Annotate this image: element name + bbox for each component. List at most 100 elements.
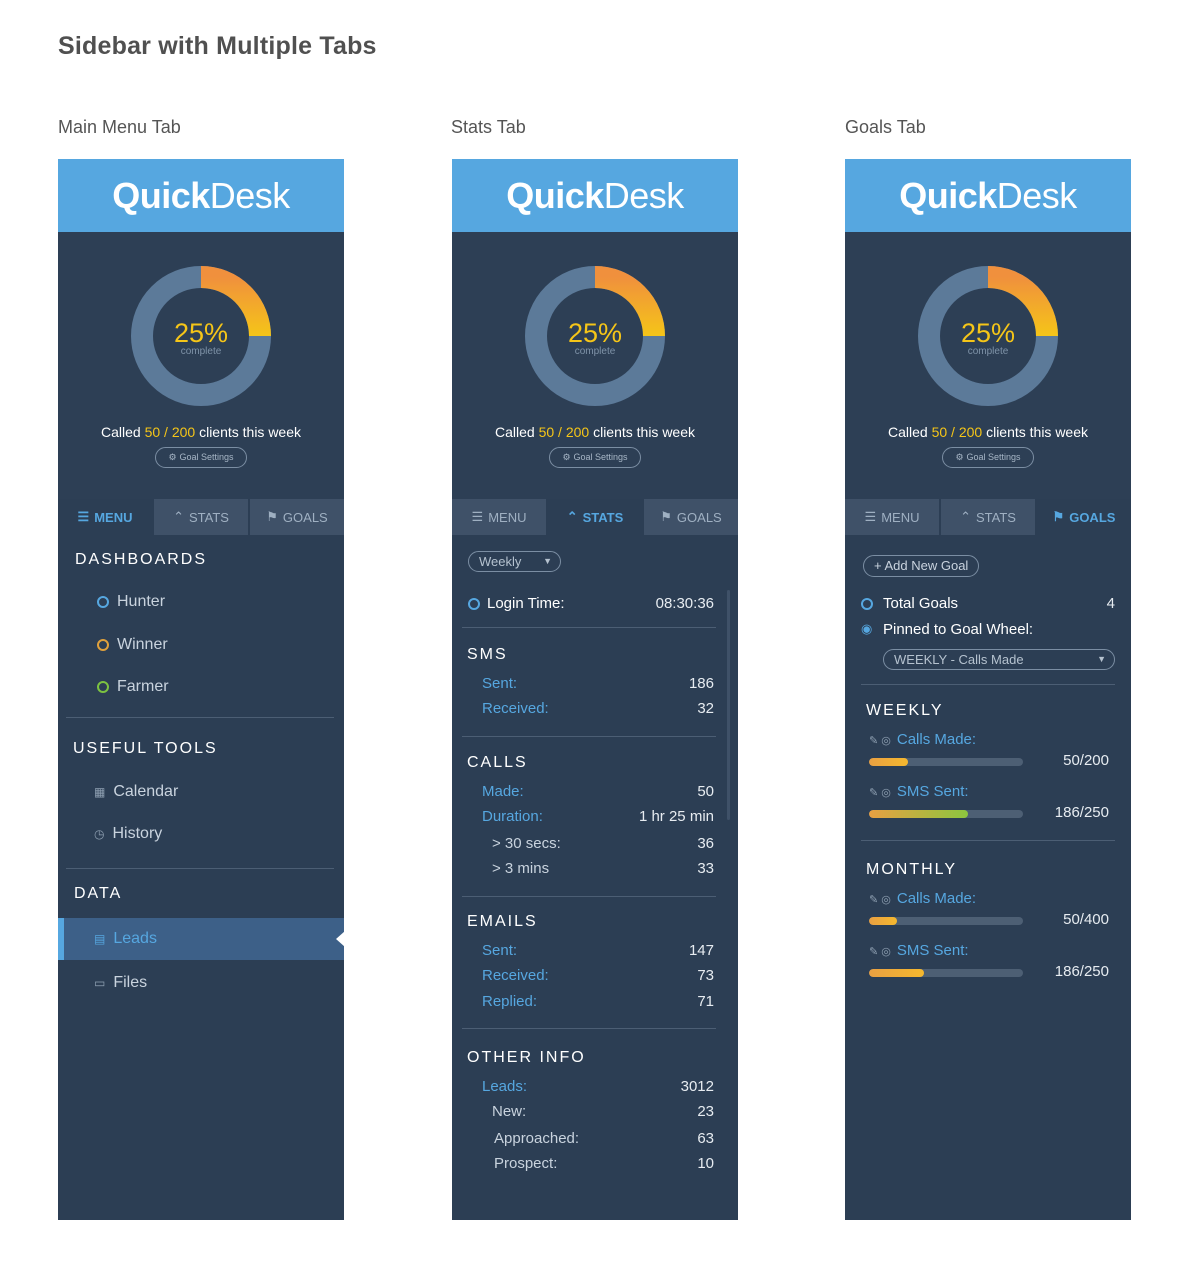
sidebar-item-calendar[interactable]: ▦ Calendar: [58, 772, 344, 812]
pencil-icon[interactable]: ✎ ◎: [869, 946, 891, 958]
sidebar-item-hunter[interactable]: Hunter: [58, 582, 344, 622]
chevron-down-icon: ▼: [543, 556, 552, 566]
tab-stats[interactable]: ⌃ STATS: [941, 499, 1037, 535]
tab-stats[interactable]: ⌃ STATS: [548, 499, 644, 535]
stat-value: 23: [697, 1103, 714, 1120]
called-sep: /: [554, 424, 566, 440]
pinned-goal-select-value: WEEKLY - Calls Made: [894, 652, 1024, 667]
called-total: 200: [958, 424, 983, 440]
called-done: 50: [144, 424, 161, 440]
stats-tab-content: Weekly ▼ Login Time: 08:30:36 SMS Sent: 186…: [452, 535, 738, 1220]
goal-settings-button[interactable]: ⚙ Goal Settings: [942, 447, 1034, 468]
brand-logo[interactable]: QuickDesk: [845, 159, 1131, 232]
login-time-label: Login Time:: [487, 595, 565, 612]
total-goals-value: 4: [1106, 595, 1115, 612]
calendar-icon: ▦: [94, 785, 106, 799]
tab-goals[interactable]: ⚑ GOALS: [250, 499, 344, 535]
flag-icon: ⚑: [1052, 509, 1065, 524]
stat-label: Replied:: [482, 993, 538, 1010]
tab-menu-label: MENU: [881, 509, 920, 525]
goal-summary: 25% complete Called 50 / 200 clients thi…: [452, 232, 738, 499]
divider: [861, 840, 1115, 841]
menu-icon: ☰: [77, 509, 90, 524]
sms-heading: SMS: [467, 646, 508, 663]
useful-tools-heading: USEFUL TOOLS: [73, 740, 218, 757]
pencil-icon[interactable]: ✎ ◎: [869, 787, 891, 799]
stat-value: 33: [697, 860, 714, 877]
progress-fill: [869, 917, 897, 925]
sidebar-item-farmer[interactable]: Farmer: [58, 667, 344, 707]
tab-goals[interactable]: ⚑ GOALS: [644, 499, 738, 535]
tab-goals[interactable]: ⚑ GOALS: [1037, 499, 1131, 535]
called-prefix: Called: [494, 424, 539, 440]
divider: [462, 736, 716, 737]
tab-goals-label: GOALS: [1069, 509, 1116, 525]
sidebar-item-history[interactable]: ◷ History: [58, 814, 344, 854]
tab-menu[interactable]: ☰ MENU: [58, 499, 154, 535]
weekly-sms-label: ✎ ◎ SMS Sent:: [869, 783, 969, 800]
called-suffix: clients this week: [589, 424, 696, 440]
goal-percent-sub: complete: [180, 346, 222, 357]
brand-logo[interactable]: QuickDesk: [58, 159, 344, 232]
tab-goals-label: GOALS: [282, 509, 328, 525]
chevron-down-icon: ▼: [1097, 654, 1106, 664]
goal-value: 186/250: [1054, 963, 1109, 980]
other-info-heading: OTHER INFO: [467, 1049, 586, 1066]
called-suffix: clients this week: [195, 424, 302, 440]
flag-icon: ⚑: [660, 509, 672, 524]
add-new-goal-button[interactable]: + Add New Goal: [863, 555, 980, 577]
goal-percent: 25%: [960, 318, 1016, 348]
stat-label: Approached:: [494, 1130, 580, 1147]
goal-value: 50/400: [1063, 911, 1109, 928]
goal-settings-button[interactable]: ⚙ Goal Settings: [549, 447, 641, 468]
page-title: Sidebar with Multiple Tabs: [58, 32, 377, 60]
goal-value: 50/200: [1063, 752, 1109, 769]
pinned-goal-select[interactable]: WEEKLY - Calls Made ▼: [883, 649, 1115, 670]
progress-fill: [869, 969, 925, 977]
sidebar-item-winner[interactable]: Winner: [58, 625, 344, 665]
stat-value: 10: [697, 1155, 714, 1172]
sidebar-item-leads[interactable]: ▤ Leads: [58, 918, 344, 960]
stat-value: 147: [688, 942, 714, 959]
called-summary: Called 50 / 200 clients this week: [845, 424, 1131, 440]
dashboards-heading: DASHBOARDS: [75, 551, 208, 568]
menu-tab-content: DASHBOARDS Hunter Winner Farmer USEFUL T…: [58, 535, 344, 1220]
sidebar-item-files[interactable]: ▭ Files: [58, 963, 344, 1003]
pencil-icon[interactable]: ✎ ◎: [869, 894, 891, 906]
stat-value: 36: [697, 835, 714, 852]
total-goals-label: Total Goals: [883, 595, 959, 612]
tab-menu-label: MENU: [488, 509, 527, 525]
brand-quick: Quick: [899, 175, 997, 216]
scrollbar[interactable]: [727, 590, 730, 820]
stat-label: Sent:: [482, 942, 518, 959]
goal-label: SMS Sent:: [896, 942, 969, 959]
stat-label: Duration:: [482, 808, 543, 825]
caption-goals: Goals Tab: [845, 117, 926, 137]
caption-main-menu: Main Menu Tab: [58, 117, 181, 137]
stat-value: 73: [697, 967, 714, 984]
gear-icon: ⚙: [562, 452, 571, 462]
tab-bar: ☰ MENU ⌃ STATS ⚑ GOALS: [58, 499, 344, 535]
monthly-sms-label: ✎ ◎ SMS Sent:: [869, 942, 969, 959]
pencil-icon[interactable]: ✎ ◎: [869, 735, 891, 747]
goal-settings-button[interactable]: ⚙ Goal Settings: [155, 447, 247, 468]
called-done: 50: [538, 424, 555, 440]
stat-value: 50: [697, 783, 714, 800]
called-summary: Called 50 / 200 clients this week: [58, 424, 344, 440]
called-prefix: Called: [100, 424, 145, 440]
tab-menu[interactable]: ☰ MENU: [452, 499, 548, 535]
sidebar-item-label: Calendar: [113, 783, 179, 800]
stat-label: > 30 secs:: [492, 835, 561, 852]
divider: [462, 896, 716, 897]
tab-menu[interactable]: ☰ MENU: [845, 499, 941, 535]
active-indicator: [58, 918, 64, 960]
tab-bar: ☰ MENU ⌃ STATS ⚑ GOALS: [452, 499, 738, 535]
stat-label: Prospect:: [494, 1155, 558, 1172]
goal-settings-label: Goal Settings: [966, 452, 1021, 462]
farmer-dot-icon: [97, 681, 109, 693]
tab-stats[interactable]: ⌃ STATS: [154, 499, 250, 535]
called-sep: /: [947, 424, 959, 440]
weekly-sms-progress: [869, 810, 1023, 818]
brand-logo[interactable]: QuickDesk: [452, 159, 738, 232]
period-select[interactable]: Weekly ▼: [468, 551, 561, 572]
